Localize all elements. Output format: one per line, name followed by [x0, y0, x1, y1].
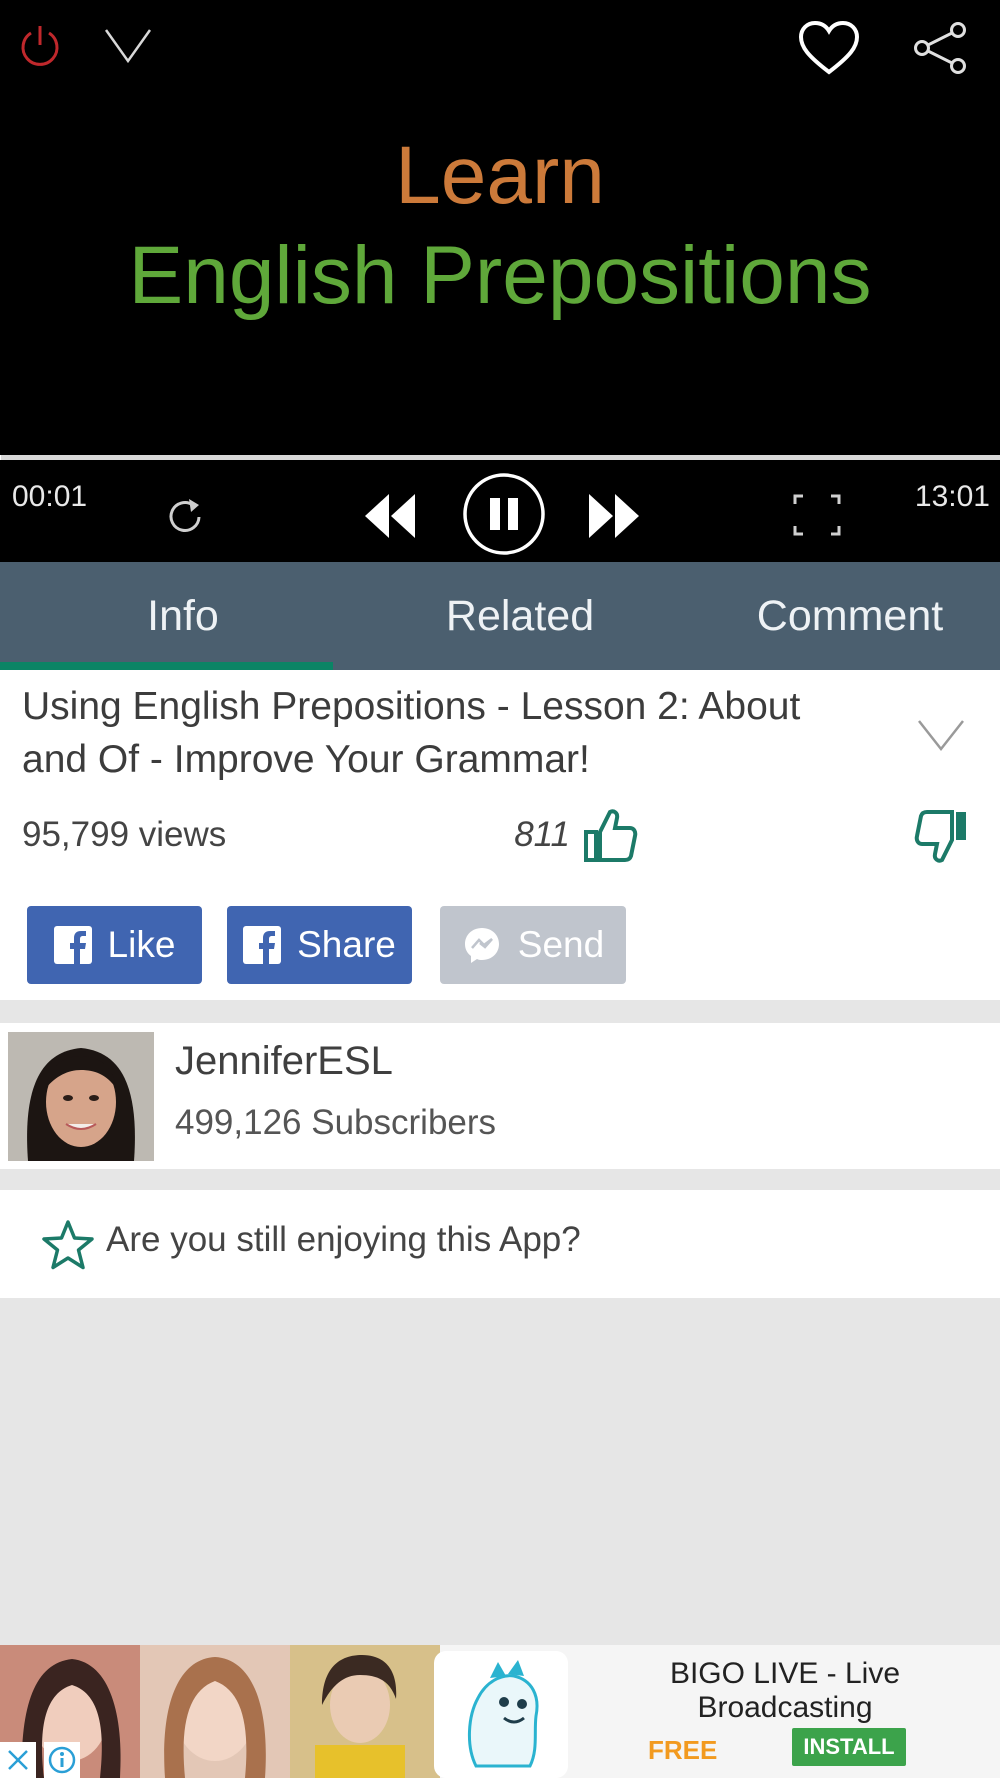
tab-comment[interactable]: Comment — [700, 562, 1000, 670]
fast-forward-icon[interactable] — [584, 488, 644, 544]
pause-icon — [463, 473, 545, 555]
facebook-share-button[interactable]: Share — [227, 906, 412, 984]
facebook-icon — [243, 926, 282, 964]
facebook-like-label: Like — [107, 924, 176, 965]
current-time: 00:01 — [12, 480, 88, 513]
active-tab-indicator — [0, 662, 333, 670]
expand-description-icon[interactable] — [912, 710, 970, 760]
view-count: 95,799 views — [22, 815, 227, 854]
power-icon[interactable] — [14, 20, 66, 72]
share-icon[interactable] — [910, 20, 970, 76]
ad-title: BIGO LIVE - Live Broadcasting — [669, 1657, 901, 1724]
ad-info-icon[interactable] — [44, 1742, 80, 1778]
video-title: Using English Prepositions - Lesson 2: A… — [22, 685, 801, 781]
channel-name[interactable]: JenniferESL — [175, 1039, 393, 1084]
video-frame-subtitle: English Prepositions — [128, 230, 872, 321]
channel-avatar[interactable] — [8, 1032, 154, 1161]
ad-banner[interactable]: BIGO LIVE - Live Broadcasting FREE INSTA… — [0, 1645, 1000, 1778]
messenger-send-button[interactable]: Send — [440, 906, 626, 984]
replay-icon[interactable] — [160, 490, 210, 544]
tab-related[interactable]: Related — [366, 562, 674, 670]
chevron-down-icon[interactable] — [102, 22, 154, 68]
ad-install-button[interactable]: INSTALL — [792, 1728, 906, 1766]
total-time: 13:01 — [914, 480, 990, 513]
rewind-icon[interactable] — [360, 488, 420, 544]
heart-icon[interactable] — [796, 18, 862, 78]
thumbs-up-icon[interactable] — [580, 804, 640, 866]
thumbs-down-icon[interactable] — [912, 806, 972, 868]
tab-info[interactable]: Info — [0, 562, 366, 670]
tab-bar: Info Related Comment — [0, 562, 1000, 670]
ad-price: FREE — [648, 1735, 718, 1765]
channel-card[interactable]: JenniferESL 499,126 Subscribers — [0, 1023, 1000, 1169]
facebook-icon — [53, 926, 92, 964]
messenger-send-label: Send — [517, 924, 605, 965]
seek-bar-fill — [0, 455, 1, 460]
like-count: 811 — [514, 815, 570, 854]
ad-app-logo — [434, 1651, 568, 1778]
video-info-card: Using English Prepositions - Lesson 2: A… — [0, 670, 1000, 1000]
facebook-like-button[interactable]: Like — [27, 906, 202, 984]
messenger-icon — [464, 928, 499, 963]
star-icon — [40, 1218, 96, 1272]
facebook-share-label: Share — [297, 924, 396, 965]
rate-app-text: Are you still enjoying this App? — [106, 1220, 581, 1259]
video-player[interactable]: Learn English Prepositions 00:01 13:01 — [0, 0, 1000, 562]
ad-close-icon[interactable] — [0, 1742, 36, 1778]
rate-app-prompt[interactable]: Are you still enjoying this App? — [0, 1190, 1000, 1298]
pause-button[interactable] — [462, 472, 546, 556]
seek-bar[interactable] — [0, 455, 1000, 460]
fullscreen-icon[interactable] — [790, 490, 844, 540]
subscriber-count: 499,126 Subscribers — [175, 1103, 497, 1142]
video-frame-title: Learn — [395, 130, 605, 221]
